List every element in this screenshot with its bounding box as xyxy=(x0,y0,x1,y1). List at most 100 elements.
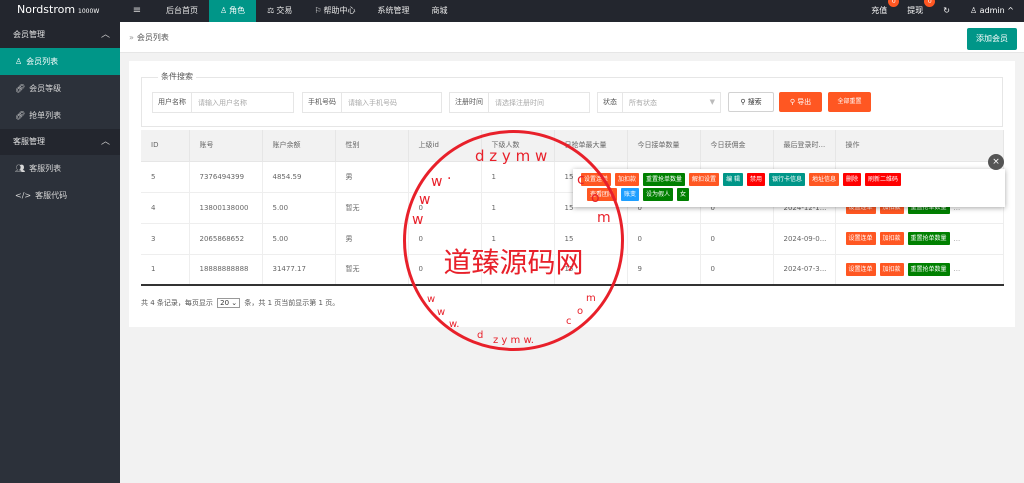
cell-id: 3 xyxy=(141,223,190,255)
sidebar-group-members[interactable]: 会员管理 ︿ xyxy=(0,22,120,48)
nav-system[interactable]: 系统管理 xyxy=(367,0,421,22)
popup-refresh-qr-button[interactable]: 刷新二维码 xyxy=(865,173,902,186)
more-actions-button[interactable]: ... xyxy=(954,235,961,243)
col-today-comm[interactable]: 今日获佣金 xyxy=(700,130,774,162)
col-gender[interactable]: 性别 xyxy=(335,130,409,162)
more-actions-button[interactable]: ... xyxy=(954,265,961,273)
cell-gender: 男 xyxy=(335,223,409,255)
user-icon: ♙ xyxy=(15,57,23,66)
popup-delete-button[interactable]: 删除 xyxy=(843,173,862,186)
popup-view-team-button[interactable]: 查看团队 xyxy=(587,188,618,201)
nav-mall[interactable]: 商城 xyxy=(421,0,459,22)
top-right-actions: 充值 0 提现 0 ↻ ♙ admin ^ xyxy=(861,0,1024,22)
sidebar-item-label: 会员等级 xyxy=(29,84,62,93)
cell-account: 7376494399 xyxy=(189,161,263,193)
page-size-select[interactable]: 20 ⌄ xyxy=(217,298,241,308)
cell-last-login: 2024-07-3... xyxy=(773,254,836,286)
withdraw-link[interactable]: 提现 0 xyxy=(897,0,936,22)
regtime-input[interactable]: 请选择注册时间 xyxy=(489,98,589,108)
adjust-balance-button[interactable]: 加扣款 xyxy=(879,232,904,245)
col-parent[interactable]: 上级id xyxy=(408,130,482,162)
status-select[interactable]: 所有状态 ▼ xyxy=(623,98,720,108)
popup-unlock-settings-button[interactable]: 解扣设置 xyxy=(689,173,720,186)
reset-orders-button[interactable]: 重置抢单数量 xyxy=(907,262,950,276)
popup-set-chain-button[interactable]: 设置连单 xyxy=(581,173,612,186)
cell-gender: 暂无 xyxy=(335,192,409,224)
cell-account: 13800138000 xyxy=(189,192,263,224)
sidebar-group-label: 客服管理 xyxy=(13,137,45,146)
row-actions-popup: 设置连单 加扣款 重置抢单数量 解扣设置 编 辑 禁用 银行卡信息 地址信息 删… xyxy=(573,169,1005,207)
popup-edit-button[interactable]: 编 辑 xyxy=(723,173,743,186)
popup-adjust-balance-button[interactable]: 加扣款 xyxy=(615,173,640,186)
top-bar: Nordstrom 1000W ≡ 后台首页 ♙ 角色 ⚖ 交易 ⚐ 帮助中心 系统管理… xyxy=(0,0,1024,22)
recharge-link[interactable]: 充值 0 xyxy=(861,0,900,22)
menu-toggle-icon[interactable]: ≡ xyxy=(128,0,146,22)
search-icon: ⚲ xyxy=(789,98,795,106)
refresh-icon[interactable]: ↻ xyxy=(933,0,960,22)
search-button[interactable]: ⚲ 搜索 xyxy=(728,92,774,112)
sidebar-group-service[interactable]: 客服管理 ︿ xyxy=(0,129,120,155)
nav-dashboard-label: 后台首页 xyxy=(166,6,198,15)
username-input[interactable]: 请输入用户名称 xyxy=(192,98,293,108)
popup-address-button[interactable]: 地址信息 xyxy=(809,173,840,186)
popup-account-changes-button[interactable]: 账变 xyxy=(621,188,640,201)
col-account[interactable]: 账号 xyxy=(189,130,263,162)
close-icon[interactable]: × xyxy=(988,154,1004,170)
sidebar-group-label: 会员管理 xyxy=(13,30,45,39)
row-actions: 设置连单 加扣款 重置抢单数量 ... xyxy=(845,262,1003,276)
col-sub[interactable]: 下级人数 xyxy=(481,130,555,162)
nav-trade-label: 交易 xyxy=(276,6,293,15)
col-today-orders[interactable]: 今日接单数量 xyxy=(627,130,701,162)
reset-all-button[interactable]: 全部重置 xyxy=(828,92,871,112)
chevron-up-icon: ^ xyxy=(1007,6,1014,15)
popup-disable-button[interactable]: 禁用 xyxy=(746,173,765,186)
user-menu[interactable]: ♙ admin ^ xyxy=(960,0,1024,22)
sidebar: 会员管理 ︿ ♙ 会员列表 🔗︎ 会员等级 🔗︎ 抢单列表 客服管理 ︿ 👥︎ 客服列表 <… xyxy=(0,22,120,483)
regtime-label: 注册时间 xyxy=(450,93,489,112)
chevron-up-icon: ︿ xyxy=(100,137,110,147)
popup-bank-card-button[interactable]: 银行卡信息 xyxy=(769,173,806,186)
popup-gender-female-button[interactable]: 女 xyxy=(677,188,690,201)
col-last-login[interactable]: 最后登录时... xyxy=(773,130,836,162)
users-icon: 👥︎ xyxy=(15,164,26,173)
nav-help[interactable]: ⚐ 帮助中心 xyxy=(303,0,366,22)
phone-label: 手机号码 xyxy=(303,93,342,112)
nav-dashboard[interactable]: 后台首页 xyxy=(155,0,209,22)
reset-orders-button[interactable]: 重置抢单数量 xyxy=(907,232,950,245)
code-icon: </> xyxy=(15,191,32,200)
col-max[interactable]: 日抢单最大量 xyxy=(554,130,628,162)
sidebar-item-service-list[interactable]: 👥︎ 客服列表 xyxy=(0,155,120,182)
table-row[interactable]: 3 2065868652 5.00 男 0 1 15 0 0 2024-09-0… xyxy=(141,223,1004,255)
nav-roles[interactable]: ♙ 角色 xyxy=(209,0,257,22)
breadcrumb-current[interactable]: 会员列表 xyxy=(137,33,169,42)
adjust-balance-button[interactable]: 加扣款 xyxy=(879,262,904,276)
export-button[interactable]: ⚲ 导出 xyxy=(779,92,822,112)
col-balance[interactable]: 账户余额 xyxy=(262,130,336,162)
popup-reset-orders-button[interactable]: 重置抢单数量 xyxy=(643,173,686,186)
svg-text:d: d xyxy=(477,330,483,341)
svg-text:z y m w.: z y m w. xyxy=(493,335,534,346)
pagination-info: 共 4 条记录，每页显示 20 ⌄ 条，共 1 页当前显示第 1 页。 xyxy=(141,298,339,308)
regtime-field: 注册时间 请选择注册时间 xyxy=(449,92,590,113)
phone-input[interactable]: 请输入手机号码 xyxy=(342,98,441,108)
sidebar-item-label: 会员列表 xyxy=(26,57,59,66)
popup-row-1: 设置连单 加扣款 重置抢单数量 解扣设置 编 辑 禁用 银行卡信息 地址信息 删… xyxy=(581,173,902,186)
cell-account: 18888888888 xyxy=(189,254,263,286)
col-id[interactable]: ID xyxy=(141,130,190,162)
scale-icon: ⚖ xyxy=(267,6,275,15)
link-icon: 🔗︎ xyxy=(15,111,26,120)
sidebar-item-service-code[interactable]: </> 客服代码 xyxy=(0,182,120,209)
add-member-button[interactable]: 添加会员 xyxy=(967,28,1017,50)
popup-set-fake-button[interactable]: 设为假人 xyxy=(643,188,674,201)
nav-trade[interactable]: ⚖ 交易 xyxy=(256,0,303,22)
sidebar-item-member-list[interactable]: ♙ 会员列表 xyxy=(0,48,120,75)
sidebar-item-order-list[interactable]: 🔗︎ 抢单列表 xyxy=(0,102,120,129)
chevron-up-icon: ︿ xyxy=(100,30,110,40)
sidebar-item-label: 抢单列表 xyxy=(29,111,62,120)
set-chain-button[interactable]: 设置连单 xyxy=(845,262,876,276)
brand-logo[interactable]: Nordstrom 1000W xyxy=(0,0,120,22)
sidebar-item-member-level[interactable]: 🔗︎ 会员等级 xyxy=(0,75,120,102)
set-chain-button[interactable]: 设置连单 xyxy=(845,232,876,245)
table-row[interactable]: 1 18888888888 31477.17 暂无 0 15 9 0 2024-… xyxy=(141,254,1004,286)
pager-text-after: 条，共 1 页当前显示第 1 页。 xyxy=(244,299,340,307)
